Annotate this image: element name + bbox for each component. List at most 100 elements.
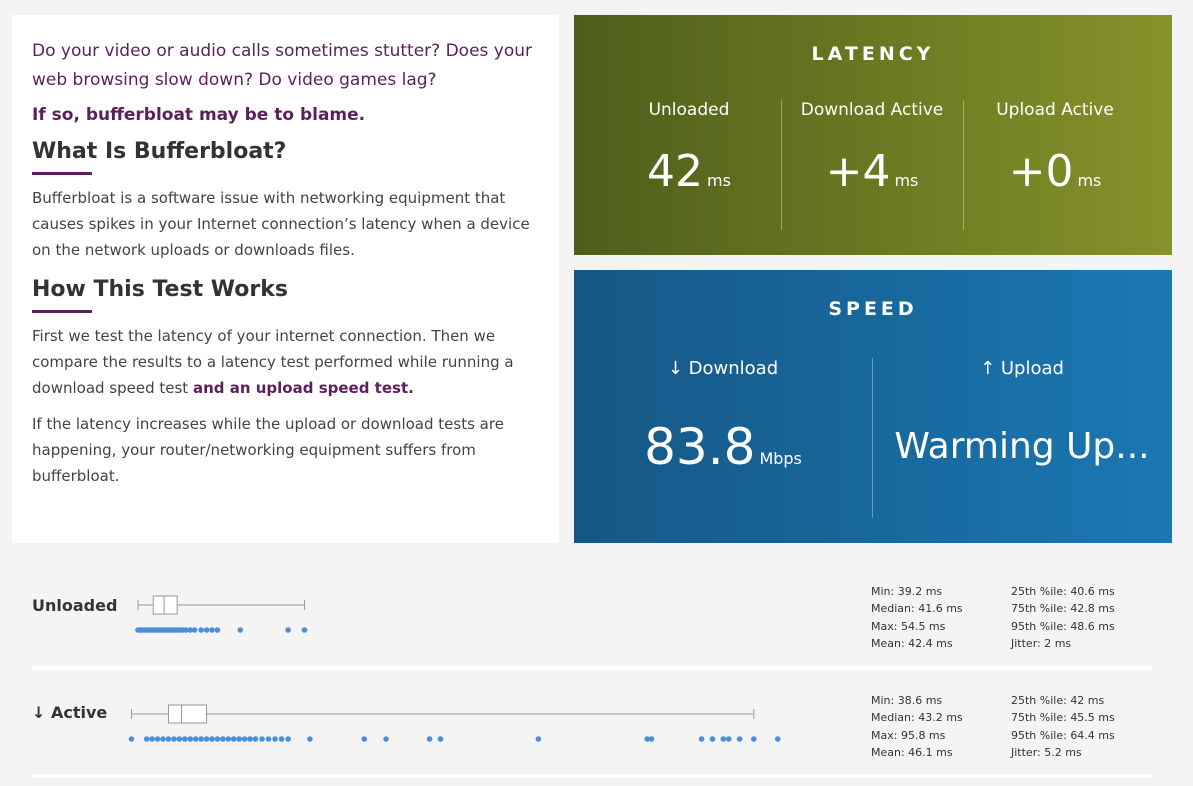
sample-dot [720, 736, 727, 742]
speed-title: SPEED [828, 298, 918, 320]
sample-dot [128, 736, 135, 742]
stat-p95: 95th %ile: 64.4 ms [1011, 728, 1115, 742]
stat-jitter: Jitter: 5.2 ms [1011, 745, 1082, 759]
upload-test-link[interactable]: and an upload speed test. [193, 379, 414, 397]
heading-rule [32, 310, 92, 313]
sample-dot [272, 736, 278, 742]
sample-dot [191, 627, 198, 633]
latency-label: Unloaded [648, 100, 730, 120]
latency-unit: ms [894, 171, 919, 190]
sample-dot [535, 736, 542, 742]
sample-dot [149, 736, 155, 742]
latency-value: +0 [1008, 146, 1074, 197]
sample-dot [725, 736, 732, 742]
sample-dot [165, 736, 172, 742]
row-separator [32, 666, 1152, 670]
sample-dot [209, 627, 215, 633]
stat-p75: 75th %ile: 42.8 ms [1011, 602, 1115, 616]
download-value: 83.8 [644, 418, 756, 476]
sample-dot [265, 736, 272, 742]
sample-dot [301, 627, 308, 633]
latency-panel: LATENCY Unloaded 42 ms Download Active +4… [574, 15, 1172, 255]
sample-dot [259, 736, 265, 742]
sample-dot [192, 736, 199, 742]
stat-max: Max: 95.8 ms [871, 728, 946, 742]
blame-text: If so, bufferbloat may be to blame. [32, 105, 366, 125]
sample-dot [247, 736, 253, 742]
download-unit: Mbps [759, 449, 802, 468]
sample-dot [237, 627, 244, 633]
latency-unit: ms [707, 171, 731, 190]
how-text-2: If the latency increases while the uploa… [32, 415, 504, 485]
stat-min: Min: 39.2 ms [871, 585, 943, 598]
stat-p25: 25th %ile: 40.6 ms [1011, 585, 1115, 598]
stat-median: Median: 41.6 ms [871, 602, 963, 616]
upload-value: Warming Up... [894, 426, 1150, 467]
intro-text: Do your video or audio calls sometimes s… [32, 41, 533, 90]
sample-dot [307, 736, 313, 742]
stat-p25: 25th %ile: 42 ms [1011, 694, 1105, 707]
sample-dot [241, 736, 248, 742]
active-stats-right: 25th %ile: 42 ms 75th %ile: 45.5 ms 95th… [1011, 692, 1115, 761]
unloaded-boxplot [135, 595, 308, 633]
sample-dot [154, 736, 161, 742]
sample-dot [214, 627, 221, 633]
sample-dot [203, 627, 210, 633]
sample-dot [220, 736, 226, 742]
latency-unloaded: Unloaded 42 ms [598, 100, 780, 205]
sample-dot [285, 736, 291, 742]
sample-dot [187, 736, 194, 742]
latency-unit: ms [1077, 171, 1102, 190]
sample-dot [648, 736, 655, 742]
stat-min: Min: 38.6 ms [871, 694, 943, 707]
sample-dot [437, 736, 444, 742]
latency-title: LATENCY [811, 43, 935, 65]
stat-mean: Mean: 42.4 ms [871, 636, 953, 650]
sample-dot [203, 736, 210, 742]
sample-dot [285, 627, 291, 633]
iqr-box [167, 704, 208, 724]
sample-dot [171, 736, 177, 742]
sample-dot [236, 736, 242, 742]
latency-value: 42 [647, 146, 704, 197]
stat-median: Median: 43.2 ms [871, 711, 963, 725]
sample-dot [774, 736, 781, 742]
sample-dot [209, 736, 215, 742]
sample-dot [278, 736, 285, 742]
sample-dot [198, 627, 204, 633]
heading-rule [32, 172, 92, 175]
sample-dot [252, 736, 259, 742]
stat-jitter: Jitter: 2 ms [1011, 636, 1072, 650]
active-boxplot [128, 704, 781, 742]
sample-dot [736, 736, 743, 742]
sample-dot [709, 736, 716, 742]
sample-dot [181, 736, 188, 742]
speed-upload: ↑ Upload Warming Up... [873, 358, 1171, 477]
unloaded-stats-right: 25th %ile: 40.6 ms 75th %ile: 42.8 ms 95… [1011, 583, 1115, 652]
sample-dot [426, 736, 433, 742]
how-heading: How This Test Works [32, 277, 288, 302]
sample-dot [143, 736, 150, 742]
stat-max: Max: 54.5 ms [871, 619, 946, 633]
what-is-text: Bufferbloat is a software issue with net… [32, 189, 530, 259]
sample-dot [176, 736, 183, 742]
stat-p75: 75th %ile: 45.5 ms [1011, 711, 1115, 725]
sample-dot [383, 736, 389, 742]
sample-dot [698, 736, 705, 742]
latency-download-active: Download Active +4 ms [781, 100, 963, 205]
latency-upload-active: Upload Active +0 ms [964, 100, 1146, 205]
unloaded-stats-left: Min: 39.2 ms Median: 41.6 ms Max: 54.5 m… [871, 583, 963, 652]
sample-dot [751, 736, 757, 742]
row-separator [32, 774, 1152, 778]
sample-dot [160, 736, 166, 742]
download-label: ↓ Download [667, 358, 779, 379]
sample-dot [361, 736, 368, 742]
how-text: First we test the latency of your intern… [32, 323, 539, 401]
sample-dot [214, 736, 221, 742]
latency-label: Upload Active [996, 100, 1114, 120]
what-is-heading: What Is Bufferbloat? [32, 139, 287, 164]
speed-panel: SPEED ↓ Download 83.8 Mbps ↑ Upload Warmi… [574, 270, 1172, 543]
iqr-box [152, 595, 178, 615]
stat-p95: 95th %ile: 48.6 ms [1011, 619, 1115, 633]
sample-dot [225, 736, 232, 742]
